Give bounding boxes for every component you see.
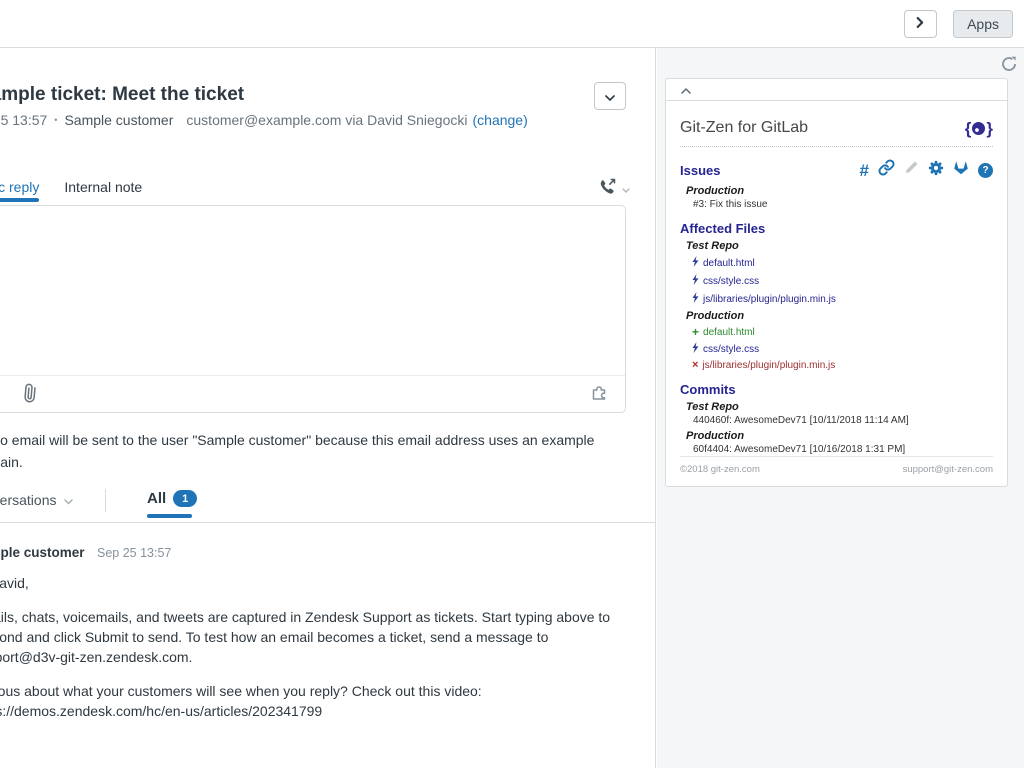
affected-files-heading: Affected Files	[680, 221, 993, 236]
ticket-meta: Sep 25 13:57 • Sample customer customer@…	[0, 112, 528, 128]
file-row: js/libraries/plugin/plugin.min.js	[692, 292, 993, 306]
reload-icon	[1001, 56, 1017, 75]
requester-name: Sample customer	[64, 112, 173, 128]
file-group-name: Test Repo	[686, 240, 993, 252]
bolt-icon	[692, 274, 699, 288]
file-row: + default.html	[692, 326, 993, 338]
composer-apps-button[interactable]	[590, 384, 609, 405]
message-author: Sample customer	[0, 545, 85, 560]
gear-icon[interactable]	[928, 160, 944, 181]
video-link[interactable]: https://demos.zendesk.com/hc/en-us/artic…	[0, 701, 610, 721]
x-icon: ×	[692, 360, 698, 371]
support-email-link[interactable]: support@d3v-git-zen.zendesk.com.	[0, 647, 610, 667]
file-row: default.html	[692, 256, 993, 270]
conversation-count-badge: 1	[173, 490, 197, 507]
app-toolbar: #	[860, 159, 993, 181]
file-link[interactable]: js/libraries/plugin/plugin.min.js	[702, 360, 835, 371]
message-line: Emails, chats, voicemails, and tweets ar…	[0, 607, 610, 627]
ticket-timestamp: Sep 25 13:57	[0, 112, 47, 128]
puzzle-icon	[590, 384, 609, 405]
paperclip-icon	[21, 383, 39, 406]
collapse-panel-button[interactable]	[904, 10, 937, 38]
file-group-name: Production	[686, 310, 993, 322]
message-line: respond and click Submit to send. To tes…	[0, 627, 610, 647]
ticket-options-button[interactable]	[594, 82, 626, 110]
apps-button[interactable]: Apps	[953, 10, 1013, 38]
divider	[0, 522, 655, 523]
app-title: Git-Zen for GitLab	[680, 119, 808, 137]
phone-icon	[599, 178, 617, 200]
hash-icon[interactable]: #	[860, 162, 869, 179]
apps-sidebar: Git-Zen for GitLab {} Issues #	[657, 48, 1024, 768]
chevron-down-icon	[622, 180, 630, 198]
conversations-filter[interactable]: Conversations	[0, 492, 73, 508]
divider	[680, 146, 993, 147]
file-row: css/style.css	[692, 274, 993, 288]
pencil-icon[interactable]	[904, 160, 919, 180]
commit-group-name: Test Repo	[686, 401, 993, 413]
bolt-icon	[692, 256, 699, 270]
message-line: Hi David,	[0, 573, 610, 593]
collapse-app-button[interactable]	[666, 79, 1007, 101]
file-link[interactable]: default.html	[703, 327, 755, 338]
chevron-down-icon	[605, 89, 615, 104]
top-toolbar: Apps	[0, 0, 1024, 48]
active-tab-underline	[147, 514, 192, 518]
reply-editor[interactable]	[0, 205, 626, 413]
composer-footer	[0, 375, 625, 412]
file-row: × js/libraries/plugin/plugin.min.js	[692, 360, 993, 371]
support-email-link[interactable]: support@git-zen.com	[903, 464, 993, 475]
tab-all-conversations[interactable]: All 1	[147, 490, 197, 507]
conversations-filter-label: Conversations	[0, 492, 57, 508]
file-link[interactable]: default.html	[703, 258, 755, 269]
ticket-pane: Sample ticket: Meet the ticket Sep 25 13…	[0, 48, 656, 768]
change-requester-link[interactable]: (change)	[473, 112, 528, 128]
refresh-apps-button[interactable]	[1001, 56, 1017, 75]
conversation-message: Sample customer Sep 25 13:57 Hi David, E…	[0, 544, 610, 721]
file-link[interactable]: css/style.css	[703, 344, 759, 355]
commit-entry: 440460f: AwesomeDev71 [10/11/2018 11:14 …	[693, 415, 993, 426]
git-zen-logo-icon: {}	[965, 120, 993, 137]
git-zen-app-card: Git-Zen for GitLab {} Issues #	[665, 78, 1008, 487]
link-icon[interactable]	[878, 159, 895, 181]
copyright-text: ©2018 git-zen.com	[680, 464, 760, 475]
commit-group-name: Production	[686, 430, 993, 442]
chevron-up-icon	[681, 81, 691, 99]
commit-entry: 60f4404: AwesomeDev71 [10/16/2018 1:31 P…	[693, 444, 993, 455]
file-row: css/style.css	[692, 342, 993, 356]
issue-group-name: Production	[686, 185, 993, 197]
all-tab-label: All	[147, 490, 166, 507]
divider	[105, 489, 106, 512]
tab-public-reply[interactable]: Public reply	[0, 179, 39, 202]
via-text: customer@example.com via David Sniegocki	[186, 112, 467, 128]
call-button[interactable]	[599, 178, 630, 200]
app-footer: ©2018 git-zen.com support@git-zen.com	[680, 456, 993, 481]
file-link[interactable]: js/libraries/plugin/plugin.min.js	[703, 294, 836, 305]
gitlab-icon[interactable]	[953, 160, 969, 180]
ticket-title: Sample ticket: Meet the ticket	[0, 84, 244, 106]
bolt-icon	[692, 342, 699, 356]
chevron-right-icon	[916, 16, 925, 31]
help-icon[interactable]: ?	[978, 163, 993, 178]
email-warning-line2: domain.	[0, 454, 23, 470]
attach-file-button[interactable]	[21, 383, 39, 406]
composer-tabs: Public reply Internal note	[0, 179, 142, 202]
issues-heading: Issues	[680, 163, 720, 178]
tab-internal-note[interactable]: Internal note	[64, 179, 142, 202]
email-warning-line1: No email will be sent to the user "Sampl…	[0, 432, 594, 448]
file-link[interactable]: css/style.css	[703, 276, 759, 287]
issue-item: #3: Fix this issue	[693, 199, 993, 210]
commits-heading: Commits	[680, 382, 993, 397]
bullet-separator-icon: •	[54, 115, 57, 125]
bolt-icon	[692, 292, 699, 306]
message-timestamp: Sep 25 13:57	[97, 546, 171, 560]
message-line: Curious about what your customers will s…	[0, 681, 610, 701]
chevron-down-icon	[64, 492, 73, 508]
plus-icon: +	[692, 326, 699, 338]
